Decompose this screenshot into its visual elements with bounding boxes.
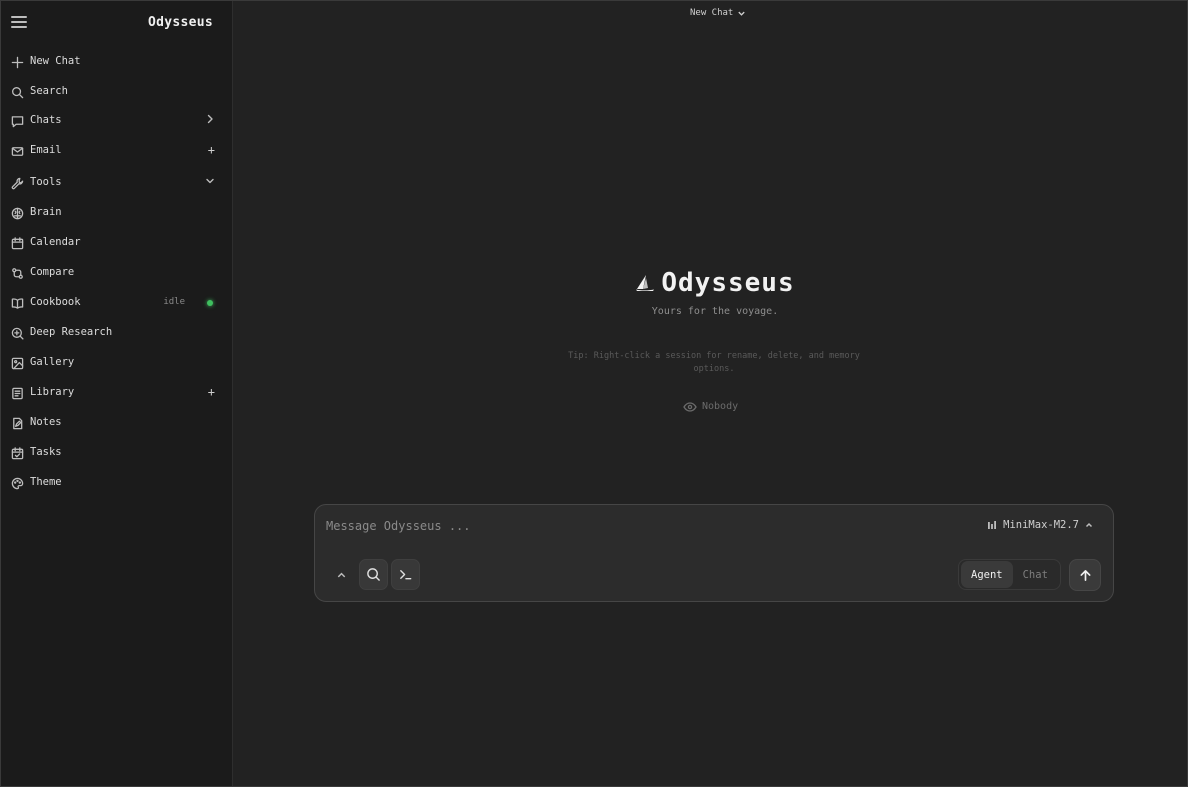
calendar-icon (10, 236, 24, 250)
sidebar-item-label: Compare (30, 266, 75, 278)
sidebar-item-label: Cookbook (30, 296, 81, 308)
sidebar-item-tools[interactable]: Tools (1, 168, 233, 198)
research-icon (10, 326, 24, 340)
add-library-button[interactable]: + (208, 385, 215, 399)
terminal-icon (400, 570, 412, 580)
search-icon (367, 568, 380, 581)
book-icon (10, 296, 24, 310)
visibility-toggle[interactable]: Nobody (683, 401, 738, 412)
chevron-up-icon (337, 572, 345, 577)
hero-tagline: Yours for the voyage. (651, 306, 779, 317)
terminal-button[interactable] (391, 559, 420, 590)
sidebar-item-label: Email (30, 144, 62, 156)
notes-icon (10, 416, 24, 430)
welcome-hero: Odysseus Yours for the voyage. (500, 268, 930, 317)
sidebar: Odysseus New Chat Search Chats Email + T… (1, 1, 233, 786)
app-brand: Odysseus (147, 15, 213, 30)
status-text: idle (163, 297, 185, 307)
wrench-icon (10, 176, 24, 190)
sidebar-item-deep-research[interactable]: Deep Research (1, 318, 233, 348)
sidebar-item-label: Deep Research (30, 326, 113, 338)
mode-chat[interactable]: Chat (1013, 561, 1058, 588)
sidebar-item-library[interactable]: Library + (1, 378, 233, 408)
eye-icon (683, 401, 697, 412)
message-composer: MiniMax-M2.7 Agent Chat (314, 504, 1114, 602)
hero-title: Odysseus (635, 268, 794, 298)
mail-icon (10, 144, 24, 158)
sidebar-item-label: Calendar (30, 236, 81, 248)
web-search-button[interactable] (359, 559, 388, 590)
sidebar-item-label: Search (30, 85, 68, 97)
compare-icon (10, 266, 24, 280)
bar-chart-icon (988, 521, 997, 529)
chat-title: New Chat (690, 8, 734, 18)
sidebar-item-label: Notes (30, 416, 62, 428)
sidebar-item-label: Brain (30, 206, 62, 218)
sidebar-item-label: Chats (30, 114, 62, 126)
brain-icon (10, 206, 24, 220)
palette-icon (10, 476, 24, 490)
visibility-label: Nobody (702, 401, 739, 412)
tip-text: Tip: Right-click a session for rename, d… (568, 351, 860, 374)
plus-icon (10, 55, 24, 69)
sidebar-item-notes[interactable]: Notes (1, 408, 233, 438)
add-email-button[interactable]: + (208, 143, 215, 157)
menu-icon[interactable] (11, 15, 27, 29)
tasks-icon (10, 446, 24, 460)
sidebar-item-compare[interactable]: Compare (1, 258, 233, 288)
message-input[interactable] (326, 517, 926, 535)
mode-agent[interactable]: Agent (961, 561, 1013, 588)
sidebar-item-theme[interactable]: Theme (1, 468, 233, 498)
sidebar-item-tasks[interactable]: Tasks (1, 438, 233, 468)
chat-title-dropdown[interactable]: New Chat (690, 8, 746, 18)
send-button[interactable] (1069, 559, 1101, 591)
library-icon (10, 386, 24, 400)
sidebar-item-label: New Chat (30, 55, 81, 67)
sidebar-item-label: Theme (30, 476, 62, 488)
search-icon (10, 85, 24, 99)
model-selector[interactable]: MiniMax-M2.7 (987, 519, 1093, 531)
chevron-down-icon (738, 11, 746, 16)
sidebar-item-label: Library (30, 386, 75, 398)
sidebar-item-label: Gallery (30, 356, 75, 368)
sidebar-item-new-chat[interactable]: New Chat (1, 47, 233, 77)
sidebar-item-email[interactable]: Email + (1, 136, 233, 166)
chevron-right-icon[interactable] (205, 113, 215, 127)
mode-toggle: Agent Chat (958, 559, 1061, 590)
sidebar-item-chats[interactable]: Chats (1, 106, 233, 136)
sidebar-item-calendar[interactable]: Calendar (1, 228, 233, 258)
chevron-down-icon[interactable] (205, 175, 215, 189)
sidebar-item-brain[interactable]: Brain (1, 198, 233, 228)
sail-logo-icon (636, 275, 655, 291)
hero-title-text: Odysseus (661, 268, 795, 298)
sidebar-header: Odysseus (1, 1, 233, 45)
sidebar-item-cookbook[interactable]: Cookbook idle (1, 288, 233, 318)
status-indicator (207, 300, 213, 306)
chevron-up-icon (1085, 522, 1093, 528)
sidebar-item-search[interactable]: Search (1, 77, 233, 107)
image-icon (10, 356, 24, 370)
model-name: MiniMax-M2.7 (1003, 519, 1079, 531)
sidebar-item-label: Tools (30, 176, 62, 188)
sidebar-item-label: Tasks (30, 446, 62, 458)
chat-bubble-icon (10, 114, 24, 128)
sidebar-item-gallery[interactable]: Gallery (1, 348, 233, 378)
arrow-up-icon (1079, 569, 1091, 581)
expand-options-button[interactable] (333, 567, 349, 583)
